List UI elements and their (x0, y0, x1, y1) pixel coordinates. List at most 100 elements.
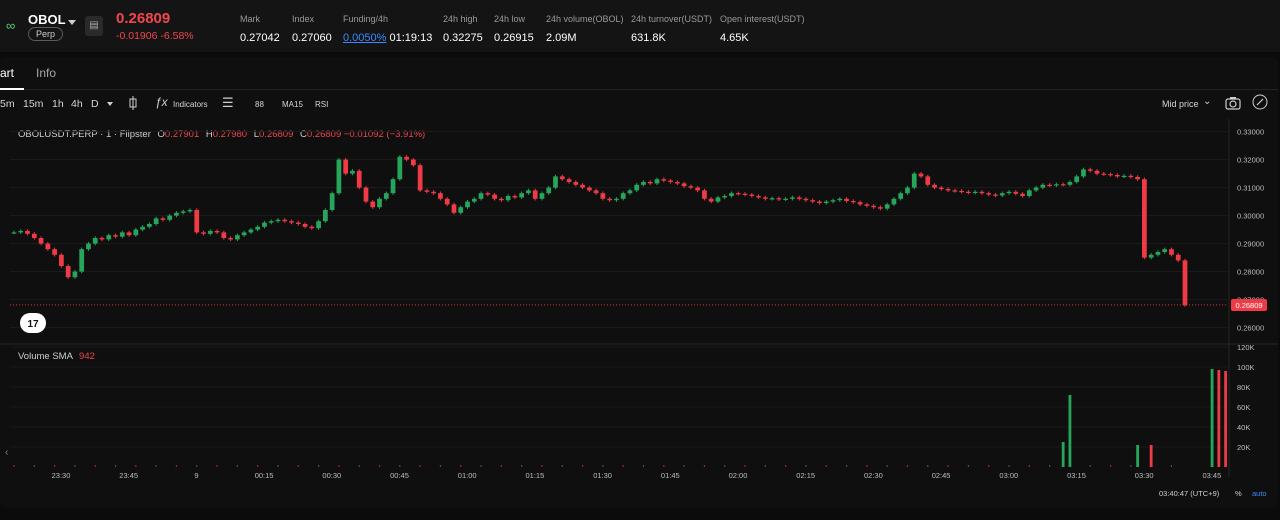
candle-body (302, 224, 308, 227)
candle-body (397, 156, 403, 180)
auto-toggle[interactable]: auto (1252, 489, 1267, 498)
volume-bar-small (886, 465, 888, 467)
volume-bar-small (683, 465, 685, 467)
volume-bar-small (1049, 465, 1051, 467)
candlestick-chart[interactable]: 0.33000 0.32000 0.31000 0.30000 0.29000 0.280… (0, 57, 1278, 508)
candle-body (715, 197, 721, 202)
candle-body (147, 224, 152, 227)
candle-body (465, 201, 470, 208)
candle-body (668, 180, 673, 182)
candle-body (647, 182, 653, 184)
time-tick-label: 02:30 (864, 471, 883, 480)
volume-bar-small (805, 465, 807, 467)
candle-body (45, 243, 51, 250)
candle-body (295, 222, 301, 224)
volume-bar-small (13, 465, 15, 467)
candle-body (593, 190, 599, 194)
candle-body (925, 176, 931, 185)
candle-body (586, 187, 592, 191)
volume-bar-small (54, 465, 56, 467)
candle-body (823, 201, 829, 203)
candle-body (546, 187, 552, 194)
volume-bar-small (602, 465, 604, 467)
candle-body (1060, 184, 1066, 186)
candle-body (993, 194, 998, 196)
candle-body (1155, 252, 1161, 255)
candle-body (688, 186, 694, 188)
volume-tick-label: 120K (1237, 343, 1255, 352)
candle-body (783, 198, 789, 200)
volume-bar-small (622, 465, 624, 467)
volume-bar-small (703, 465, 706, 467)
volume-bar-small (642, 465, 645, 467)
candle-body (580, 184, 585, 188)
candle-body (471, 198, 477, 202)
candle-body (180, 211, 186, 213)
candle-body (932, 184, 937, 188)
volume-bar-small (480, 465, 482, 467)
candle-body (898, 193, 904, 199)
time-tick-label: 00:30 (322, 471, 341, 480)
volume-bar-small (500, 465, 502, 467)
volume-bar-small (1130, 465, 1132, 467)
candle-body (59, 254, 64, 266)
candle-body (857, 202, 863, 205)
volume-tick-label: 80K (1237, 383, 1250, 392)
candle-body (424, 190, 430, 192)
chart-panel: art Info 5m 15m 1h 4h D ƒx Indicators ☰ … (0, 57, 1278, 508)
candle-body (1020, 193, 1025, 196)
candle-body (864, 204, 870, 206)
time-tick-label: 02:15 (796, 471, 815, 480)
volume-bar (1210, 369, 1214, 467)
candle-body (891, 198, 897, 205)
chevron-down-icon[interactable] (68, 20, 76, 25)
volume-bar (1217, 370, 1221, 467)
candle-body (1101, 173, 1107, 175)
volume-tick-label: 100K (1237, 363, 1255, 372)
candle-body (350, 170, 355, 174)
candle-body (512, 196, 518, 198)
volume-bar (1068, 395, 1072, 467)
candle-body (228, 238, 233, 240)
candle-body (383, 193, 389, 199)
candle-body (505, 196, 511, 201)
volume-bar-small (785, 465, 787, 467)
candle-body (417, 165, 423, 191)
candle-body (553, 176, 558, 188)
time-tick-label: 01:00 (458, 471, 477, 480)
candle-body (986, 193, 992, 195)
price-tick-label: 0.28000 (1237, 268, 1264, 277)
candle-body (1074, 176, 1080, 182)
candle-body (884, 204, 890, 209)
candle-body (607, 198, 613, 201)
candle-body (309, 226, 315, 229)
volume-bar-small (927, 465, 929, 467)
candle-body (322, 210, 328, 222)
candle-body (722, 196, 728, 198)
candle-body (573, 182, 579, 185)
candle-body (106, 235, 112, 240)
volume-bar-small (845, 465, 848, 467)
symbol-name[interactable]: OBOL (28, 12, 66, 27)
candle-body (1121, 175, 1127, 178)
candle-body (72, 271, 78, 278)
document-icon[interactable]: ▤ (85, 16, 103, 36)
funding-rate-link[interactable]: 0.0050% (343, 32, 386, 44)
last-price-tag-label: 0.26809 (1235, 301, 1262, 310)
candle-body (343, 159, 349, 174)
candle-body (966, 191, 971, 193)
candle-body (1006, 191, 1012, 194)
candle-body (878, 207, 883, 209)
time-tick-label: 00:15 (255, 471, 274, 480)
candle-body (526, 190, 531, 194)
candle-body (363, 187, 369, 202)
time-tick-label: 01:45 (661, 471, 680, 480)
candle-body (796, 197, 802, 199)
volume-bar-small (724, 465, 726, 467)
candle-body (153, 218, 159, 224)
candle-body (126, 232, 132, 236)
volume-bar-small (581, 465, 584, 467)
time-tick-label: 00:45 (390, 471, 409, 480)
percent-toggle[interactable]: % (1235, 489, 1242, 498)
stat-funding: Funding/4h 0.0050% 01:19:13 (343, 14, 433, 44)
